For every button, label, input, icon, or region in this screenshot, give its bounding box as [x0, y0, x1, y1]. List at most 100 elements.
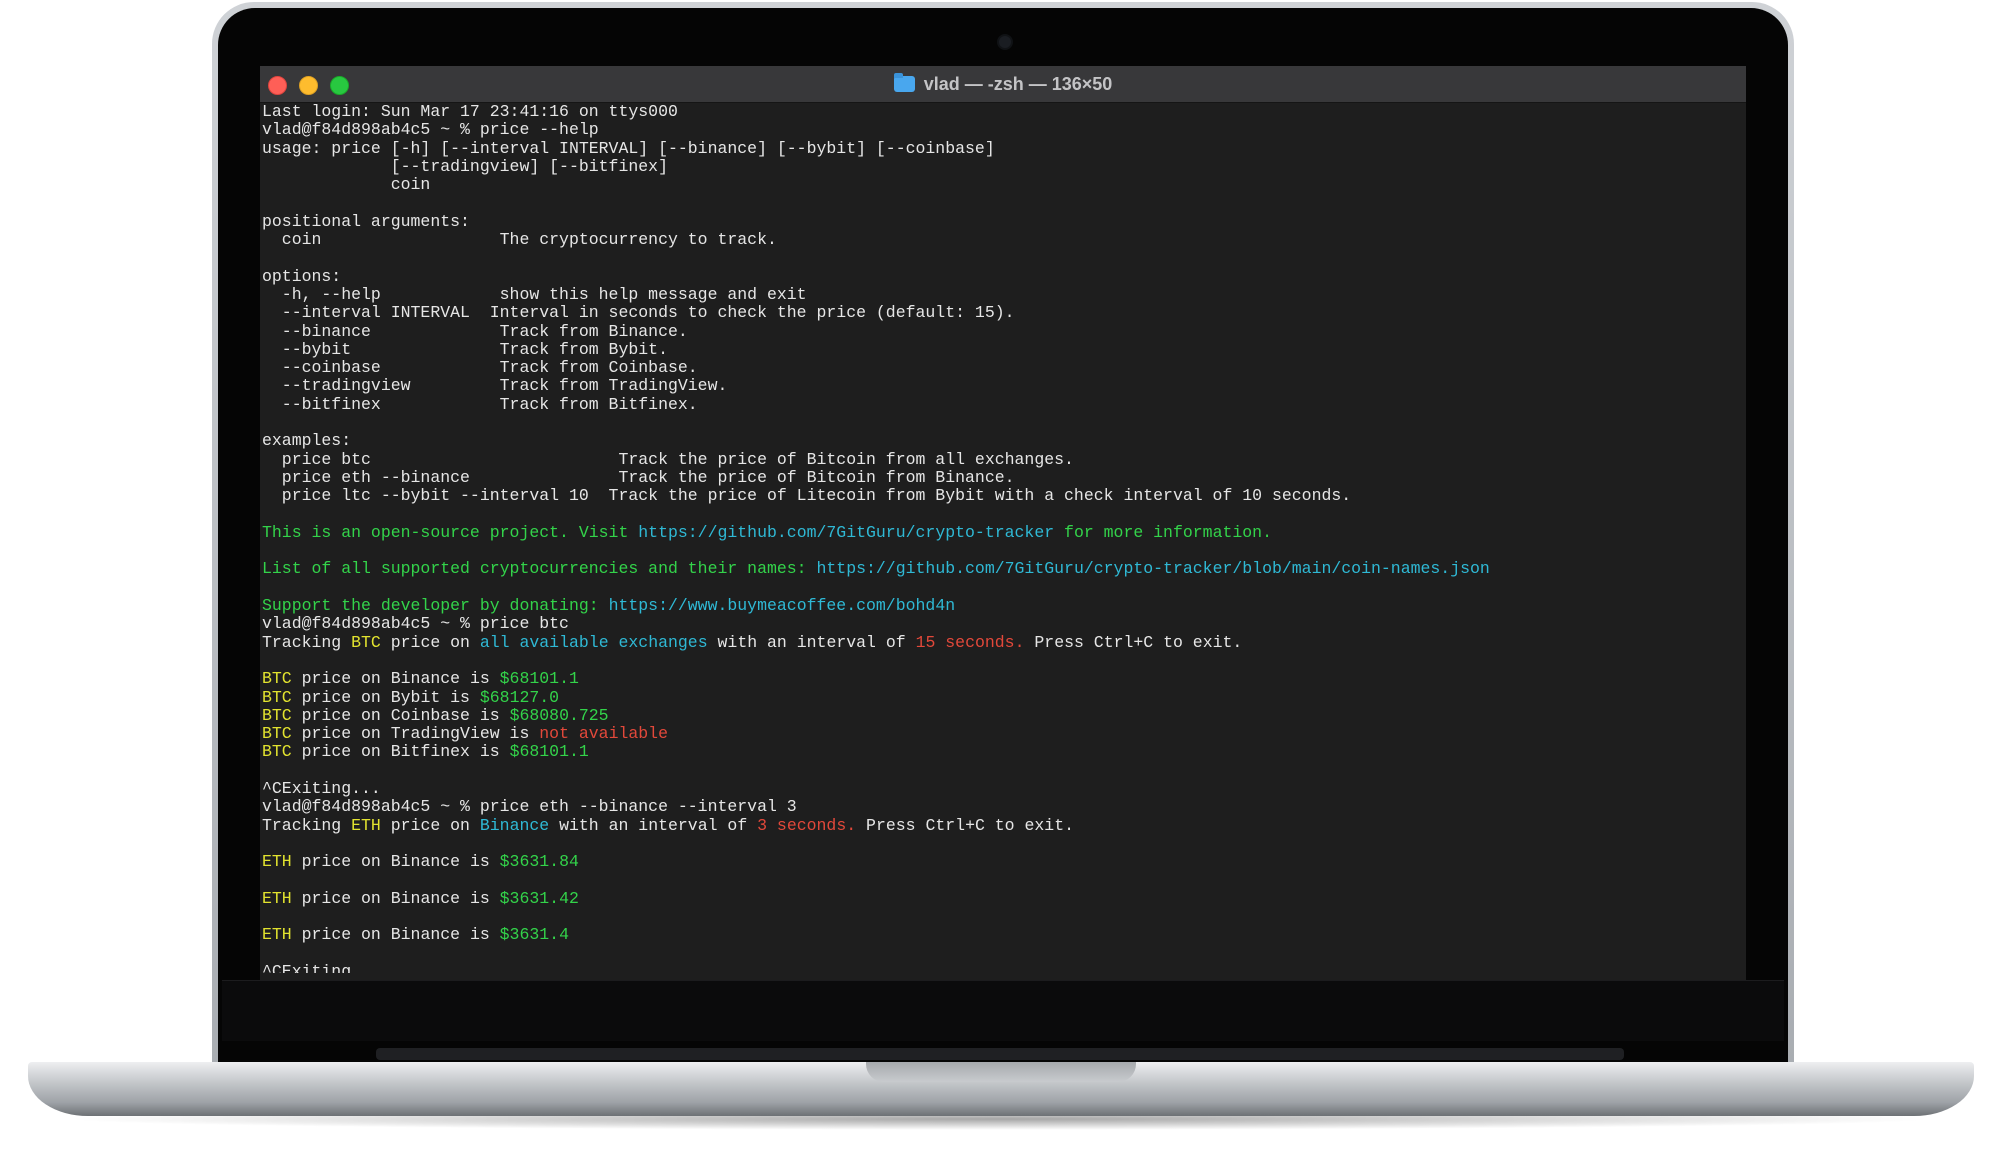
terminal-output[interactable]: Last login: Sun Mar 17 23:41:16 on ttys0… [262, 103, 1742, 973]
terminal-text: price on Binance is [291, 888, 500, 908]
terminal-text: usage: price [-h] [--interval INTERVAL] … [262, 138, 995, 158]
terminal-text: price ltc --bybit --interval 10 Track th… [262, 486, 1352, 506]
terminal-link[interactable]: https://github.com/7GitGuru/crypto-track… [638, 523, 1054, 542]
terminal-text: Press Ctrl+C to exit. [856, 815, 1074, 835]
terminal-text: with an interval of [707, 632, 916, 652]
window-title: vlad — -zsh — 136×50 [923, 73, 1113, 94]
terminal-text: price on Binance is [291, 925, 500, 945]
terminal-line: ETH price on Binance is $3631.42 [262, 888, 1742, 908]
terminal-text: $3631.4 [499, 925, 569, 945]
terminal-line: --bybit Track from Bybit. [262, 339, 1742, 359]
terminal-text: ^CExiting... [262, 961, 381, 973]
terminal-line: --bitfinex Track from Bitfinex. [262, 394, 1742, 414]
terminal-text: examples: [262, 431, 352, 451]
terminal-text: BTC [262, 742, 292, 762]
terminal-line: --interval INTERVAL Interval in seconds … [262, 304, 1742, 322]
terminal-text: BTC [262, 669, 292, 689]
terminal-line: price ltc --bybit --interval 10 Track th… [262, 487, 1742, 505]
terminal-text: Press Ctrl+C to exit. [1024, 632, 1243, 652]
terminal-line: --coinbase Track from Coinbase. [262, 359, 1742, 377]
terminal-text: price on [380, 815, 480, 835]
terminal-line: options: [262, 267, 1742, 286]
terminal-text: price on Binance is [291, 669, 500, 689]
terminal-line: --tradingview Track from TradingView. [262, 377, 1742, 395]
title-bar[interactable]: vlad — -zsh — 136×50 [260, 66, 1746, 103]
terminal-line: ETH price on Binance is $3631.84 [262, 853, 1742, 871]
terminal-text: vlad@f84d898ab4c5 ~ % price --help [262, 120, 599, 140]
terminal-text: This is an open-source project. Visit [262, 522, 639, 542]
terminal-text: 15 seconds. [915, 632, 1025, 652]
terminal-line: examples: [262, 432, 1742, 450]
terminal-text: Last login: Sun Mar 17 23:41:16 on ttys0… [262, 103, 678, 121]
terminal-text: --interval INTERVAL Interval in seconds … [262, 303, 1015, 323]
terminal-line: Tracking BTC price on all available exch… [262, 632, 1742, 652]
terminal-line: -h, --help show this help message and ex… [262, 284, 1742, 304]
terminal-line: coin The cryptocurrency to track. [262, 230, 1742, 250]
terminal-text: $3631.42 [499, 888, 579, 908]
terminal-text: -h, --help show this help message and ex… [262, 284, 807, 304]
terminal-text: price btc Track the price of Bitcoin fro… [262, 449, 1074, 469]
terminal-text: price on Bybit is [291, 687, 480, 707]
terminal-line: List of all supported cryptocurrencies a… [262, 560, 1742, 578]
terminal-text: Tracking [262, 632, 352, 652]
terminal-line: BTC price on TradingView is not availabl… [262, 724, 1742, 744]
terminal-text: ETH [262, 925, 292, 945]
terminal-link[interactable]: https://www.buymeacoffee.com/bohd4n [609, 596, 956, 615]
terminal-line: BTC price on Bybit is $68127.0 [262, 687, 1742, 707]
terminal-text: --coinbase Track from Coinbase. [262, 358, 698, 378]
terminal-line: vlad@f84d898ab4c5 ~ % price eth --binanc… [262, 798, 1742, 816]
bezel-chin [222, 980, 1784, 1041]
terminal-text: not available [539, 724, 668, 744]
terminal-link[interactable]: Binance [480, 816, 549, 835]
terminal-window[interactable]: vlad — -zsh — 136×50 Last login: Sun Mar… [260, 66, 1746, 980]
terminal-link[interactable]: https://github.com/7GitGuru/crypto-track… [817, 559, 1490, 578]
terminal-text: price on Coinbase is [291, 705, 510, 725]
terminal-line: vlad@f84d898ab4c5 ~ % price btc [262, 615, 1742, 633]
terminal-text: --tradingview Track from TradingView. [262, 376, 728, 396]
terminal-text: price on TradingView is [291, 724, 540, 744]
terminal-text: List of all supported cryptocurrencies a… [262, 559, 817, 579]
terminal-line: BTC price on Binance is $68101.1 [262, 670, 1742, 688]
terminal-line: price eth --binance Track the price of B… [262, 468, 1742, 487]
terminal-text: BTC [262, 724, 292, 744]
laptop-hinge [376, 1048, 1624, 1060]
terminal-text: with an interval of [549, 815, 758, 835]
window-title-area: vlad — -zsh — 136×50 [260, 66, 1746, 102]
terminal-text: price on [380, 632, 480, 652]
terminal-text: BTC [262, 687, 292, 707]
terminal-line: BTC price on Bitfinex is $68101.1 [262, 743, 1742, 761]
terminal-text: ETH [262, 888, 292, 908]
terminal-text: --bitfinex Track from Bitfinex. [262, 394, 698, 414]
terminal-text: $68080.725 [509, 705, 609, 725]
terminal-text: BTC [262, 705, 292, 725]
terminal-text: coin The cryptocurrency to track. [262, 230, 777, 250]
terminal-line: This is an open-source project. Visit ht… [262, 522, 1742, 542]
terminal-line: Tracking ETH price on Binance with an in… [262, 815, 1742, 835]
terminal-text: [--tradingview] [--bitfinex] [262, 156, 668, 176]
terminal-line: ^CExiting... [262, 961, 1742, 973]
terminal-text: ETH [351, 815, 381, 835]
lid-notch [866, 1062, 1136, 1082]
terminal-line: usage: price [-h] [--interval INTERVAL] … [262, 138, 1742, 158]
webcam [997, 34, 1013, 50]
terminal-line: Last login: Sun Mar 17 23:41:16 on ttys0… [262, 103, 1742, 121]
terminal-line: vlad@f84d898ab4c5 ~ % price --help [262, 121, 1742, 139]
terminal-line: BTC price on Coinbase is $68080.725 [262, 705, 1742, 725]
terminal-text: $68101.1 [509, 742, 589, 762]
terminal-link[interactable]: all available exchanges [480, 633, 708, 652]
terminal-text: price on Bitfinex is [291, 742, 510, 762]
terminal-text: $68127.0 [479, 687, 560, 707]
terminal-text: --bybit Track from Bybit. [262, 339, 668, 359]
terminal-text: Tracking [262, 815, 352, 835]
terminal-line: ETH price on Binance is $3631.4 [262, 926, 1742, 944]
